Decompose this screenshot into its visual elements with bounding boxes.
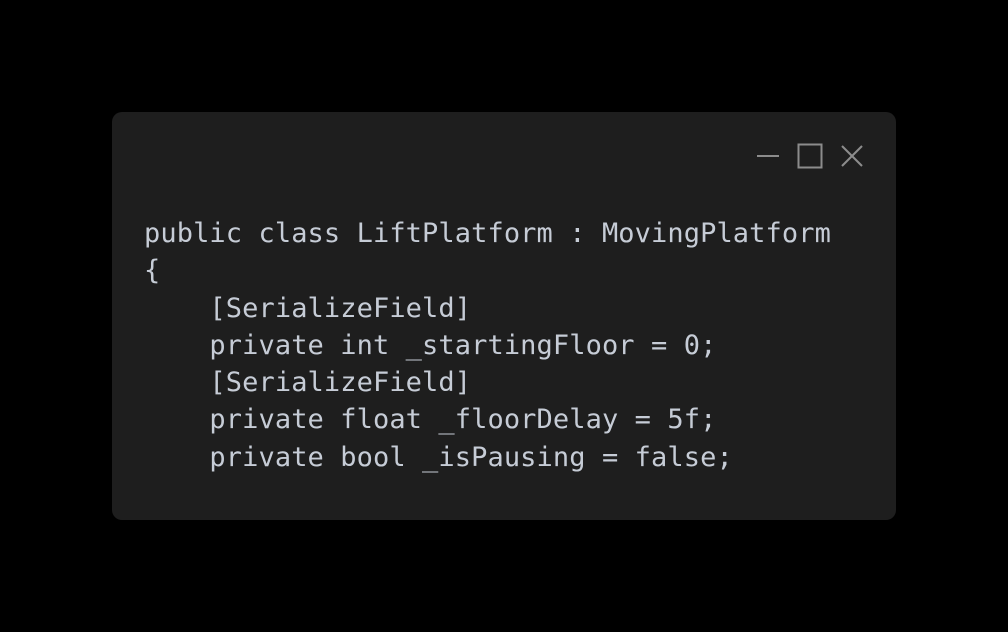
code-line: private int _startingFloor = 0; bbox=[144, 329, 717, 361]
code-line: private bool _isPausing = false; bbox=[144, 441, 733, 473]
code-window: public class LiftPlatform : MovingPlatfo… bbox=[112, 112, 896, 520]
code-line: { bbox=[144, 255, 161, 287]
close-icon bbox=[840, 144, 864, 168]
code-line: private float _floorDelay = 5f; bbox=[144, 404, 717, 436]
window-controls bbox=[754, 142, 866, 170]
code-block: public class LiftPlatform : MovingPlatfo… bbox=[144, 215, 831, 476]
maximize-button[interactable] bbox=[796, 142, 824, 170]
maximize-icon bbox=[797, 143, 823, 169]
minimize-icon bbox=[756, 144, 780, 168]
code-line: public class LiftPlatform : MovingPlatfo… bbox=[144, 218, 831, 249]
code-line: [SerializeField] bbox=[144, 367, 472, 399]
close-button[interactable] bbox=[838, 142, 866, 170]
code-line: [SerializeField] bbox=[144, 292, 472, 324]
minimize-button[interactable] bbox=[754, 142, 782, 170]
